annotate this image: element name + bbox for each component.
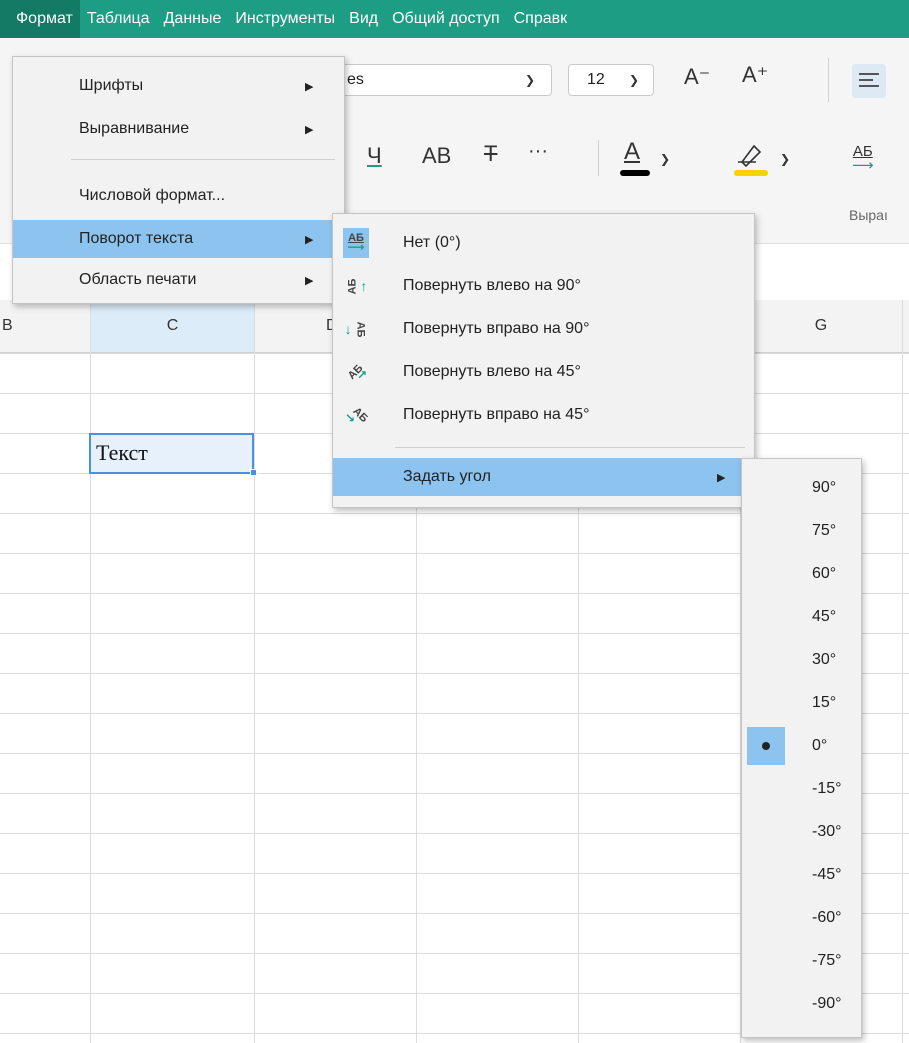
angle-option[interactable]: -45° [742,854,861,895]
angle-option[interactable]: -75° [742,940,861,981]
highlighter-icon [738,144,762,168]
angle-option[interactable]: -15° [742,768,861,809]
angle-option[interactable]: 60° [742,553,861,594]
angle-option[interactable]: -60° [742,897,861,938]
text-rotation-menu: АБ ⟶ Нет (0°) АБ ↑ Повернуть влево на 90° … [332,213,755,508]
format-menu: Шрифты ▶ Выравнивание ▶ Числовой формат.… [12,56,345,304]
chevron-down-icon: ❯ [525,73,536,87]
menu-item-set-angle[interactable]: Задать угол ▶ [333,458,741,496]
column-header-h[interactable] [902,300,909,353]
grid-line [254,300,255,1043]
menu-separator [395,447,745,448]
fill-handle[interactable] [250,469,257,476]
ribbon-divider [828,58,829,102]
font-size-value: 12 [587,71,605,88]
menu-item-rotate-right-90[interactable]: ↓ АБ Повернуть вправо на 90° [333,310,754,348]
menu-separator [71,159,335,160]
font-name-value: es [347,71,364,88]
menu-item-label: Задать угол [403,468,491,485]
highlight-color-swatch [734,170,768,176]
menu-item-rotate-right-45[interactable]: ↘ АБ Повернуть вправо на 45° [333,396,754,434]
submenu-arrow-icon: ▶ [305,274,314,287]
menu-item-label: Выравнивание [79,120,190,137]
menu-item-label: Нет (0°) [403,234,461,251]
column-header-g[interactable]: G [740,300,902,353]
angle-option[interactable]: 45° [742,596,861,637]
chevron-down-icon: ❯ [660,152,671,166]
angle-option-selected[interactable]: 0° [742,725,861,766]
menu-view[interactable]: Вид [342,0,385,38]
submenu-arrow-icon: ▶ [717,471,726,484]
menu-tools[interactable]: Инструменты [228,0,342,38]
angle-option[interactable]: 15° [742,682,861,723]
menu-item-text-rotation[interactable]: Поворот текста ▶ [13,220,344,258]
rotate-left-45-icon: АБ ↗ [345,361,368,382]
menu-item-label: Повернуть вправо на 90° [403,320,590,337]
more-icon[interactable]: ··· [528,140,548,163]
submenu-arrow-icon: ▶ [305,123,314,136]
rotate-none-icon: АБ ⟶ [343,228,369,258]
font-color-icon: A [624,138,641,165]
angle-option[interactable]: -30° [742,811,861,852]
grid-line [90,300,91,1043]
menu-item-label: Повернуть влево на 45° [403,363,581,380]
rotate-left-90-icon: АБ ↑ [345,278,368,294]
menu-item-label: Шрифты [79,77,144,94]
ribbon-group-label: Выраı [849,207,888,223]
increase-font-button[interactable]: A⁺ [742,62,768,88]
menu-item-label: Поворот текста [79,230,194,247]
menu-item-rotate-left-90[interactable]: АБ ↑ Повернуть влево на 90° [333,267,754,305]
angle-option[interactable]: 75° [742,510,861,551]
underline-button[interactable]: Ч [367,143,382,169]
menu-item-label: Повернуть вправо на 45° [403,406,590,423]
menu-format[interactable]: Формат [0,0,80,38]
grid-line [902,300,903,1043]
angle-option[interactable]: 90° [742,467,861,508]
strikethrough-button[interactable]: Т [484,141,497,167]
menubar: Формат Таблица Данные Инструменты Вид Об… [0,0,909,38]
menu-help[interactable]: Справк [507,0,575,38]
angle-option[interactable]: -90° [742,983,861,1024]
decrease-font-button[interactable]: A⁻ [684,64,710,90]
ribbon-divider [598,140,599,176]
menu-item-label: Числовой формат... [79,187,226,204]
menu-item-label: Повернуть влево на 90° [403,277,581,294]
menu-item-label: Область печати [79,271,197,288]
menu-item-rotate-left-45[interactable]: АБ ↗ Повернуть влево на 45° [333,353,754,391]
menu-sharing[interactable]: Общий доступ [385,0,507,38]
chevron-down-icon: ❯ [629,73,640,87]
chevron-down-icon: ❯ [780,152,791,166]
font-color-swatch [620,170,650,176]
selected-bullet-icon [747,727,785,765]
submenu-arrow-icon: ▶ [305,80,314,93]
menu-item-fonts[interactable]: Шрифты ▶ [13,67,344,105]
angle-menu: 90° 75° 60° 45° 30° 15° 0° -15° -30° -45… [741,458,862,1038]
menu-item-print-area[interactable]: Область печати ▶ [13,261,344,299]
menu-data[interactable]: Данные [157,0,229,38]
rotate-right-90-icon: ↓ АБ [344,321,366,337]
submenu-arrow-icon: ▶ [305,233,314,246]
menu-item-rotate-none[interactable]: АБ ⟶ Нет (0°) [333,224,754,262]
font-color-button[interactable]: A ❯ [616,138,676,178]
column-header-b[interactable]: B [0,300,91,353]
caps-button[interactable]: АВ [422,143,451,169]
rotate-right-45-icon: ↘ АБ [345,404,371,425]
highlight-color-button[interactable]: ❯ [730,138,794,178]
menu-table[interactable]: Таблица [80,0,157,38]
menu-item-alignment[interactable]: Выравнивание ▶ [13,110,344,148]
align-left-icon[interactable] [852,64,886,98]
selected-cell-c4[interactable]: Текст [89,433,254,474]
column-header-c[interactable]: C [91,300,254,353]
text-direction-icon[interactable]: АБ ⟶ [852,144,874,173]
menu-item-number-format[interactable]: Числовой формат... [13,177,344,215]
angle-option[interactable]: 30° [742,639,861,680]
font-size-select[interactable]: 12 ❯ [568,64,654,96]
